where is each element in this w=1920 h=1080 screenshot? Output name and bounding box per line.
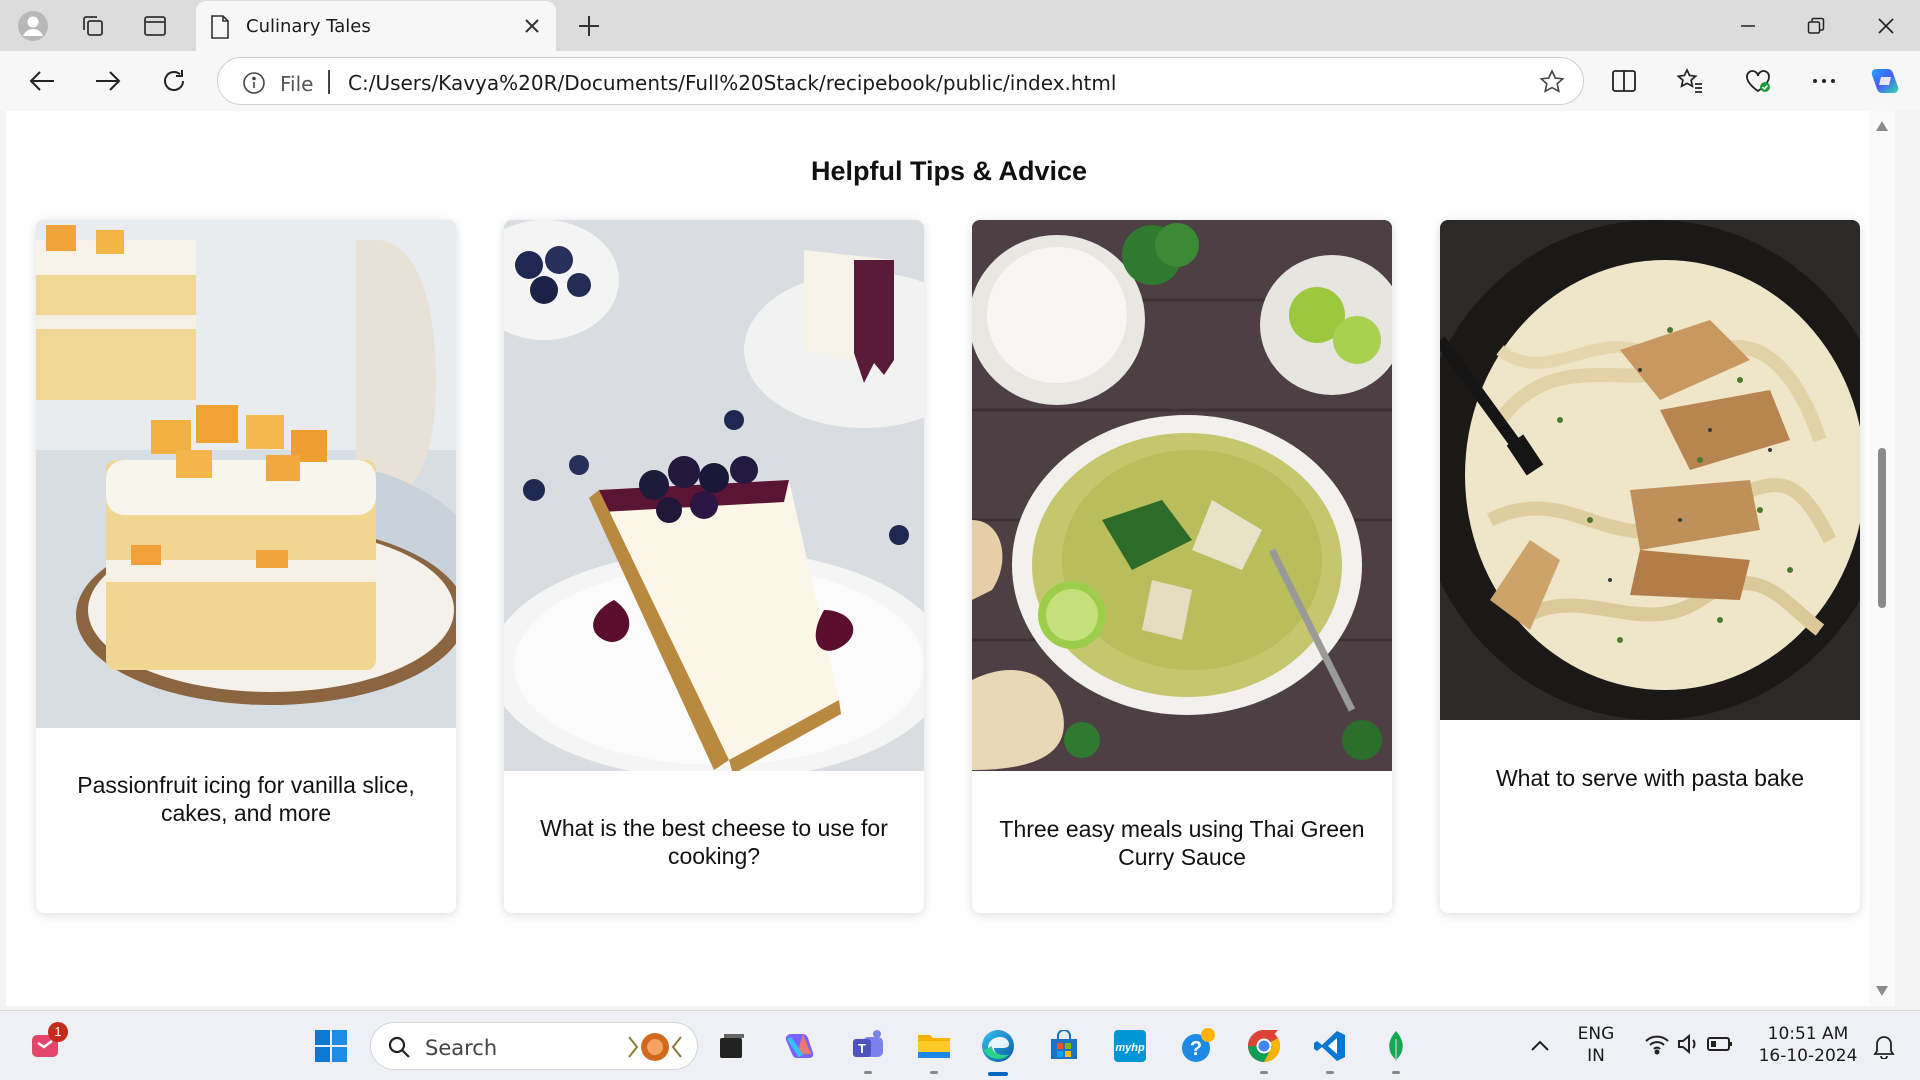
- url-text[interactable]: C:/Users/Kavya%20R/Documents/Full%20Stac…: [348, 71, 1116, 95]
- browser-essentials-icon[interactable]: [1738, 61, 1778, 101]
- clock-time: 10:51 AM: [1767, 1024, 1849, 1044]
- article-card[interactable]: What to serve with pasta bake: [1440, 220, 1860, 913]
- scroll-up-arrow-icon[interactable]: [1876, 121, 1888, 131]
- vscode-icon[interactable]: [1310, 1026, 1350, 1074]
- svg-text:myhp: myhp: [1115, 1042, 1145, 1054]
- active-tab[interactable]: Culinary Tales: [196, 1, 556, 51]
- language-line1: ENG: [1577, 1024, 1615, 1044]
- copilot-icon[interactable]: [1866, 61, 1906, 101]
- clock-date: 16-10-2024: [1758, 1046, 1858, 1066]
- active-app-indicator: [988, 1072, 1008, 1076]
- search-placeholder: Search: [425, 1036, 498, 1060]
- running-indicator: [1392, 1071, 1400, 1074]
- scroll-down-arrow-icon[interactable]: [1876, 986, 1888, 996]
- file-explorer-icon[interactable]: [914, 1026, 954, 1074]
- section-title: Helpful Tips & Advice: [810, 156, 1088, 186]
- favorites-icon[interactable]: [1670, 61, 1710, 101]
- more-options-icon[interactable]: [1804, 61, 1844, 101]
- wifi-icon: [1644, 1033, 1670, 1060]
- forward-button[interactable]: [88, 61, 128, 101]
- language-indicator[interactable]: ENG IN: [1576, 1023, 1616, 1067]
- quick-settings[interactable]: [1634, 1026, 1744, 1066]
- running-indicator: [1326, 1071, 1334, 1074]
- card-image: [36, 220, 456, 728]
- start-windows-icon[interactable]: [311, 1026, 351, 1066]
- card-title[interactable]: What is the best cheese to use for cooki…: [524, 814, 904, 870]
- task-view-icon[interactable]: [712, 1026, 752, 1066]
- card-image: [1440, 220, 1860, 720]
- vertical-scrollbar[interactable]: [1869, 111, 1895, 1006]
- minimize-button[interactable]: [1714, 0, 1782, 51]
- microsoft-store-icon[interactable]: [1044, 1026, 1084, 1066]
- card-image: [972, 220, 1392, 771]
- language-line2: IN: [1587, 1046, 1605, 1066]
- article-card[interactable]: What is the best cheese to use for cooki…: [504, 220, 924, 913]
- scheme-label: File: [280, 72, 314, 96]
- mongodb-compass-icon[interactable]: [1376, 1026, 1416, 1074]
- clock[interactable]: 10:51 AM 16-10-2024: [1752, 1023, 1864, 1067]
- running-indicator: [864, 1071, 872, 1074]
- running-indicator: [1260, 1071, 1268, 1074]
- show-hidden-icons-chevron-icon[interactable]: [1520, 1026, 1560, 1066]
- taskbar: 1 Search T myhp ? ENG IN 10:51 AM 16-10-…: [0, 1010, 1920, 1080]
- back-button[interactable]: [22, 61, 62, 101]
- get-help-icon[interactable]: ?: [1178, 1026, 1218, 1066]
- page-icon: [210, 15, 230, 44]
- card-title[interactable]: Three easy meals using Thai Green Curry …: [992, 815, 1372, 871]
- edge-browser-icon[interactable]: [978, 1026, 1018, 1076]
- split-screen-icon[interactable]: [1604, 61, 1644, 101]
- close-tab-icon[interactable]: [522, 16, 542, 36]
- running-indicator: [930, 1071, 938, 1074]
- workspaces-icon[interactable]: [76, 9, 110, 43]
- chrome-icon[interactable]: [1244, 1026, 1284, 1074]
- myhp-icon[interactable]: myhp: [1110, 1026, 1150, 1066]
- scrollbar-thumb[interactable]: [1878, 448, 1886, 608]
- restore-button[interactable]: [1782, 0, 1850, 51]
- taskbar-search[interactable]: Search: [370, 1022, 698, 1070]
- widgets-icon[interactable]: 1: [26, 1022, 68, 1066]
- copilot-taskbar-icon[interactable]: [780, 1026, 820, 1066]
- article-card[interactable]: Three easy meals using Thai Green Curry …: [972, 220, 1392, 913]
- search-highlight-icon: [623, 1029, 683, 1070]
- tab-strip: Culinary Tales: [0, 0, 1920, 51]
- card-title[interactable]: What to serve with pasta bake: [1460, 764, 1840, 792]
- volume-icon: [1676, 1033, 1700, 1060]
- browser-toolbar: File C:/Users/Kavya%20R/Documents/Full%2…: [0, 51, 1920, 111]
- tab-title: Culinary Tales: [246, 16, 371, 37]
- profile-icon[interactable]: [16, 9, 50, 43]
- card-title[interactable]: Passionfruit icing for vanilla slice, ca…: [56, 771, 436, 827]
- address-divider: [328, 70, 330, 94]
- favorite-star-icon[interactable]: [1539, 69, 1565, 100]
- battery-icon: [1706, 1035, 1734, 1058]
- teams-icon[interactable]: T: [848, 1026, 888, 1074]
- card-image: [504, 220, 924, 771]
- svg-text:T: T: [858, 1041, 866, 1056]
- page-viewport: Helpful Tips & Advice Passionfruit icing…: [6, 111, 1895, 1006]
- svg-text:?: ?: [1190, 1038, 1202, 1060]
- address-bar[interactable]: File C:/Users/Kavya%20R/Documents/Full%2…: [217, 57, 1584, 105]
- refresh-button[interactable]: [154, 61, 194, 101]
- search-icon: [387, 1035, 411, 1064]
- site-info-icon[interactable]: [242, 71, 266, 100]
- new-tab-button[interactable]: [572, 9, 606, 43]
- notifications-bell-icon[interactable]: [1864, 1026, 1904, 1066]
- close-window-button[interactable]: [1852, 0, 1920, 51]
- article-card[interactable]: Passionfruit icing for vanilla slice, ca…: [36, 220, 456, 913]
- notification-badge: 1: [48, 1022, 68, 1042]
- vertical-tabs-icon[interactable]: [138, 9, 172, 43]
